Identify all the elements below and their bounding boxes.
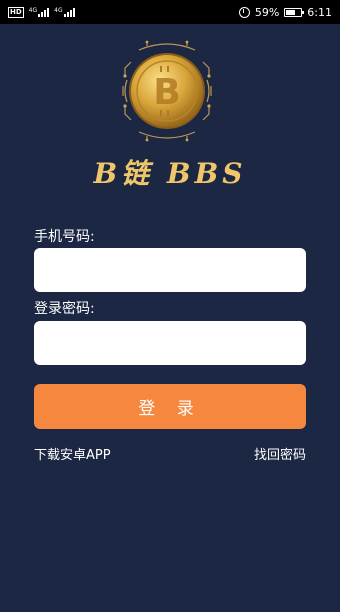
clock-time: 6:11 [307,5,332,19]
password-input[interactable] [34,321,306,365]
battery-level-fill [286,9,295,15]
signal-group-1: 4G [28,7,50,17]
app-logo-title: B链 BBS [93,157,247,190]
alarm-icon [238,6,250,18]
signal-icon [63,7,75,17]
network-type-label-1: 4G [28,7,38,14]
login-button[interactable]: 登 录 [34,384,306,429]
phone-label: 手机号码: [34,229,95,245]
bitcoin-coin-logo: B [117,40,217,142]
forgot-password-link[interactable]: 找回密码 [254,444,306,463]
status-bar-left: HD 4G 4G [8,6,75,18]
network-type-label-2: 4G [54,7,63,14]
battery-icon [284,7,305,17]
phone-input[interactable] [34,248,306,292]
status-bar-right: 59% 6:11 [238,5,332,19]
password-label: 登录密码: [34,301,95,317]
login-screen: HD 4G 4G 59% 6:11 B B链 BBS 手机号码: 登录密码: 登… [0,0,340,612]
status-bar: HD 4G 4G 59% 6:11 [0,0,340,24]
bitcoin-coin-icon: B [122,40,212,142]
download-android-app-link[interactable]: 下载安卓APP [34,444,111,463]
svg-text:B: B [153,72,180,113]
hd-icon: HD [8,6,24,18]
battery-percent: 59% [254,5,280,19]
signal-group-2: 4G [54,7,75,17]
signal-icon [38,7,50,17]
